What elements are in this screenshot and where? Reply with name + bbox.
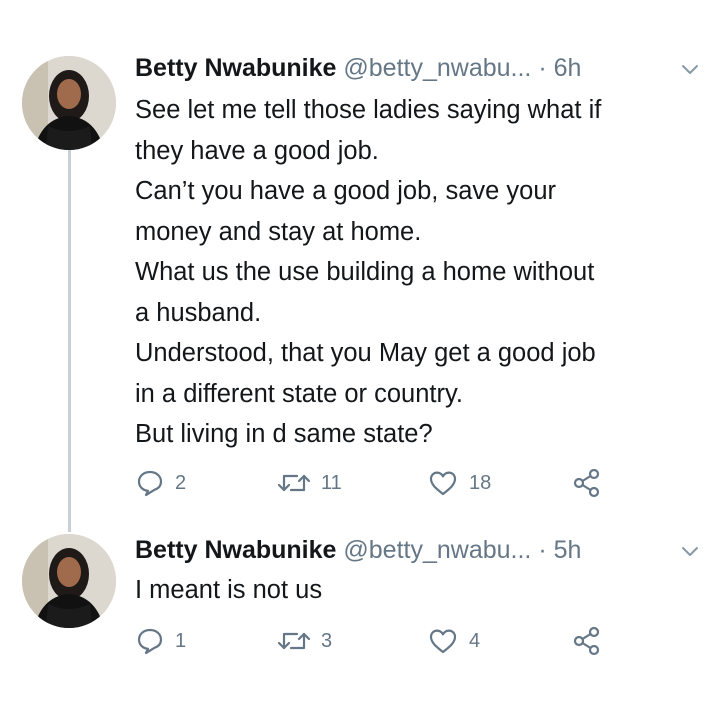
heart-icon (429, 629, 457, 654)
retweet-icon (277, 474, 311, 492)
tweet[interactable]: Betty Nwabunike @betty_nwabu... · 5h I m… (0, 520, 720, 720)
tweet-header: Betty Nwabunike @betty_nwabu... · 6h (135, 52, 581, 84)
avatar[interactable] (22, 56, 116, 150)
tweet-actions: 2 11 18 (135, 466, 615, 500)
tweet-text-line: in a different state or country. (135, 379, 463, 408)
tweet-text-line: a husband. (135, 298, 262, 327)
tweet-text: I meant is not us (135, 570, 710, 611)
tweet-text-line: I meant is not us (135, 576, 323, 604)
tweet-actions: 1 3 4 (135, 624, 615, 658)
avatar-image (22, 56, 116, 150)
retweet-button[interactable]: 3 (277, 624, 332, 658)
tweet-text: See let me tell those ladies saying what… (135, 90, 710, 455)
retweet-count: 3 (321, 629, 333, 652)
like-count: 18 (469, 471, 492, 494)
like-button[interactable]: 4 (427, 624, 480, 658)
tweet-text-line: See let me tell those ladies saying what… (135, 96, 602, 124)
tweet-text-line: Can’t you have a good job, save your (135, 177, 557, 205)
tweet[interactable]: Betty Nwabunike @betty_nwabu... · 6h See… (0, 0, 720, 520)
retweet-icon (277, 632, 311, 650)
avatar[interactable] (22, 534, 116, 628)
reply-count: 1 (175, 629, 187, 652)
reply-count: 2 (175, 471, 187, 494)
share-icon (573, 468, 600, 498)
tweet-text-line: they have a good job. (135, 136, 379, 165)
avatar-image (22, 534, 116, 628)
retweet-button[interactable]: 11 (277, 466, 342, 500)
chevron-down-icon[interactable] (680, 60, 700, 80)
tweet-text-line: money and stay at home. (135, 217, 422, 246)
like-button[interactable]: 18 (427, 466, 491, 500)
author-name[interactable]: Betty Nwabunike (135, 54, 336, 82)
reply-icon (137, 470, 163, 497)
retweet-count: 11 (321, 471, 342, 494)
tweet-text-line: Understood, that you May get a good job (135, 339, 596, 367)
tweet-header: Betty Nwabunike @betty_nwabu... · 5h (135, 534, 581, 566)
share-button[interactable] (571, 624, 603, 658)
author-name[interactable]: Betty Nwabunike (135, 536, 336, 564)
reply-icon (137, 628, 163, 655)
reply-button[interactable]: 1 (135, 624, 186, 658)
share-icon (573, 626, 600, 656)
chevron-down-icon[interactable] (680, 542, 700, 562)
tweet-text-line: What us the use building a home without (135, 258, 595, 286)
timestamp[interactable]: · 6h (538, 54, 581, 82)
tweet-text-line: But living in d same state? (135, 420, 433, 448)
heart-icon (429, 471, 457, 496)
share-button[interactable] (571, 466, 603, 500)
reply-button[interactable]: 2 (135, 466, 186, 500)
author-handle[interactable]: @betty_nwabu... (343, 54, 531, 82)
like-count: 4 (469, 629, 481, 652)
author-handle[interactable]: @betty_nwabu... (343, 536, 531, 564)
timestamp[interactable]: · 5h (538, 536, 581, 564)
